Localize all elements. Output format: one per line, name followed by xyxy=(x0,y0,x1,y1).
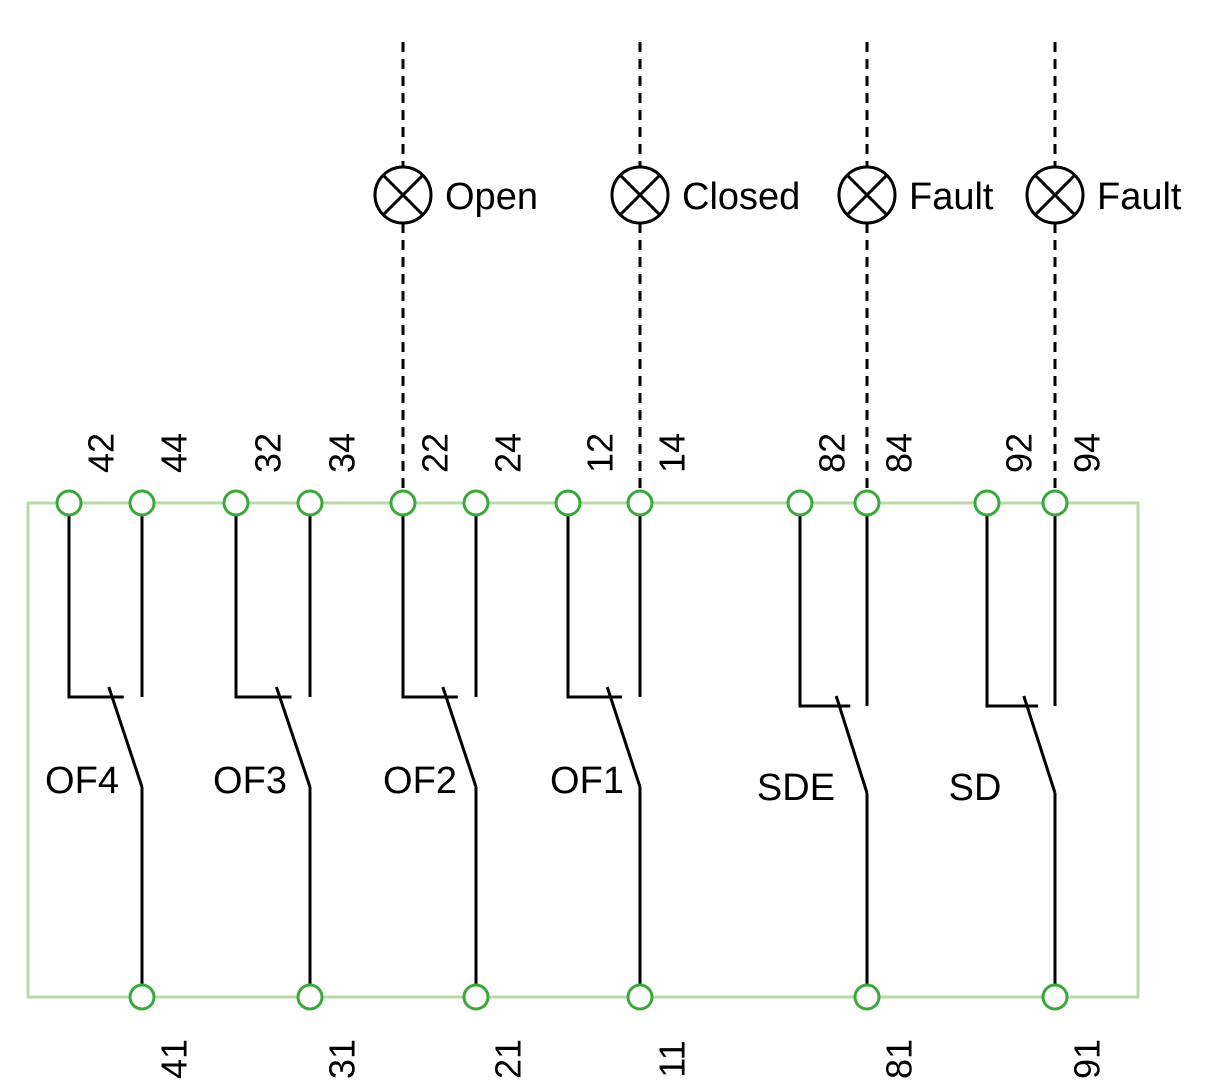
contact-label: OF1 xyxy=(550,760,624,802)
nc-wire xyxy=(566,515,622,699)
terminal-number: 42 xyxy=(81,433,122,473)
terminal-44 xyxy=(128,489,156,517)
lamp-label: Closed xyxy=(682,176,800,218)
terminal-number: 14 xyxy=(652,433,693,473)
lamp-fault-2: Fault xyxy=(837,165,994,225)
lamps: Open Closed Fault Fault xyxy=(373,165,1182,225)
terminal-number: 22 xyxy=(415,433,456,473)
terminal-12 xyxy=(554,489,582,517)
terminal-34 xyxy=(296,489,324,517)
terminal-11 xyxy=(626,983,654,1011)
terminal-number: 94 xyxy=(1067,433,1108,473)
terminal-number: 44 xyxy=(154,433,195,473)
terminal-21 xyxy=(462,983,490,1011)
terminal-number: 12 xyxy=(580,433,621,473)
terminal-number: 24 xyxy=(488,433,529,473)
nc-wire xyxy=(234,515,292,699)
nc-wire xyxy=(401,515,458,699)
terminal-41 xyxy=(128,983,156,1011)
frame-outline xyxy=(26,501,1140,999)
lamp-closed-1: Closed xyxy=(610,165,800,225)
contact-label: SD xyxy=(949,767,1002,809)
contact-of3: OF3 32 34 31 xyxy=(213,433,362,1079)
terminal-91 xyxy=(1041,983,1069,1011)
nc-wire xyxy=(67,515,124,699)
lamp-label: Fault xyxy=(1097,176,1182,218)
lamp-open-0: Open xyxy=(373,165,538,225)
terminal-32 xyxy=(222,489,250,517)
terminal-24 xyxy=(462,489,490,517)
terminal-84 xyxy=(853,489,881,517)
switch-blade xyxy=(834,695,869,794)
terminal-81 xyxy=(853,983,881,1011)
contact-of2: OF2 22 24 21 xyxy=(383,433,528,1079)
terminal-82 xyxy=(786,489,814,517)
contact-sd: SD 92 94 91 xyxy=(949,433,1108,1079)
wiring-diagram: OF4 42 44 41 OF3 32 34 31 OF2 22 24 21 OF1 12 14 11 SDE 8… xyxy=(26,42,1182,1079)
lamp-wires xyxy=(401,42,1057,491)
terminal-number: 21 xyxy=(488,1039,529,1079)
contacts: OF4 42 44 41 OF3 32 34 31 OF2 22 24 21 OF1 12 14 11 SDE 8… xyxy=(45,433,1107,1079)
terminal-number: 84 xyxy=(879,433,920,473)
terminal-number: 34 xyxy=(322,433,363,473)
nc-wire xyxy=(985,515,1038,708)
contact-label: SDE xyxy=(757,767,835,809)
lamp-label: Open xyxy=(445,176,538,218)
terminal-number: 92 xyxy=(999,433,1040,473)
lamp-fault-3: Fault xyxy=(1025,165,1182,225)
terminal-number: 82 xyxy=(812,433,853,473)
terminal-number: 41 xyxy=(154,1039,195,1079)
terminal-number: 11 xyxy=(652,1040,693,1077)
terminal-number: 31 xyxy=(322,1039,363,1079)
terminal-92 xyxy=(973,489,1001,517)
terminal-number: 91 xyxy=(1067,1039,1108,1079)
nc-wire xyxy=(798,515,851,708)
terminal-14 xyxy=(626,489,654,517)
contact-sde: SDE 82 84 81 xyxy=(757,433,920,1079)
contact-of4: OF4 42 44 41 xyxy=(45,433,194,1079)
contact-label: OF3 xyxy=(213,760,287,802)
terminal-22 xyxy=(389,489,417,517)
switch-blade xyxy=(1022,695,1057,794)
terminal-42 xyxy=(55,489,83,517)
contact-label: OF2 xyxy=(383,760,457,802)
terminal-31 xyxy=(296,983,324,1011)
terminal-number: 81 xyxy=(879,1039,920,1079)
terminal-94 xyxy=(1041,489,1069,517)
contact-of1: OF1 12 14 11 xyxy=(550,433,692,1078)
contact-label: OF4 xyxy=(45,760,119,802)
terminal-number: 32 xyxy=(248,433,289,473)
lamp-label: Fault xyxy=(909,176,994,218)
